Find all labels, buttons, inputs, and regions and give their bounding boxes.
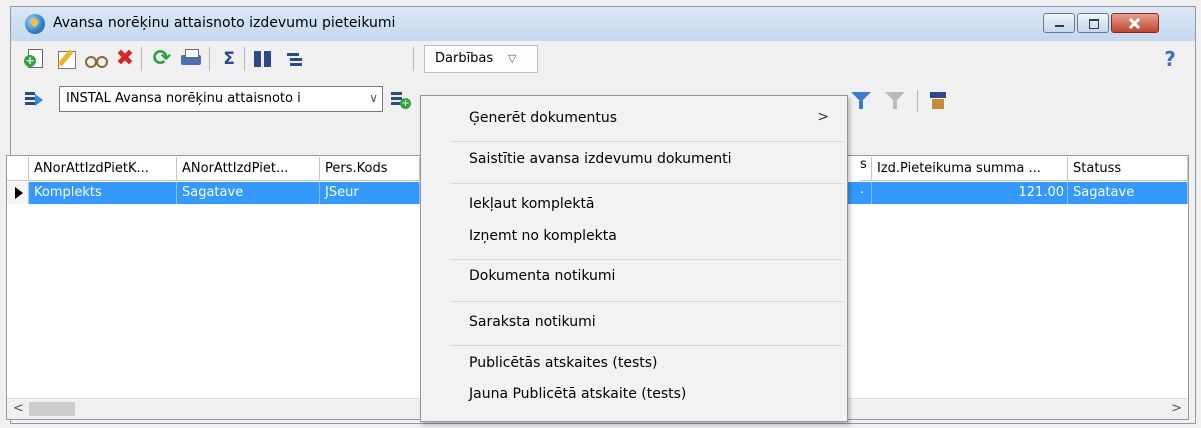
tree-icon[interactable] bbox=[279, 47, 303, 71]
column-header[interactable]: Izd.Pieteikuma summa ... bbox=[872, 157, 1068, 181]
funnel-disabled-icon bbox=[883, 89, 907, 113]
delete-icon[interactable]: ✖ bbox=[113, 47, 137, 71]
toolbar-separator bbox=[413, 47, 414, 71]
menu-item-published-reports[interactable]: Publicētās atskaites (tests) bbox=[421, 351, 847, 377]
minimize-button[interactable] bbox=[1043, 13, 1075, 33]
menu-item-list-events[interactable]: Saraksta notikumi bbox=[421, 310, 847, 336]
filter-select[interactable]: INSTAL Avansa norēķinu attaisnoto i ∨ bbox=[59, 86, 383, 112]
new-document-icon[interactable] bbox=[23, 47, 47, 71]
window-title: Avansa norēķinu attaisnoto izdevumu piet… bbox=[53, 15, 396, 31]
menu-separator bbox=[451, 259, 843, 260]
add-filter-icon[interactable] bbox=[389, 88, 413, 112]
menu-item-label: Izņemt no komplekta bbox=[469, 228, 617, 244]
edit-icon[interactable] bbox=[55, 47, 79, 71]
scroll-left-icon[interactable]: < bbox=[13, 401, 24, 416]
menu-item-remove-from-set[interactable]: Izņemt no komplekta bbox=[421, 224, 847, 250]
title-bar[interactable]: Avansa norēķinu attaisnoto izdevumu piet… bbox=[11, 7, 1195, 41]
menu-separator bbox=[451, 301, 843, 302]
column-header[interactable]: Pers.Kods bbox=[320, 157, 420, 181]
menu-item-label: Saistītie avansa izdevumu dokumenti bbox=[469, 151, 732, 167]
clear-filter-icon[interactable] bbox=[927, 89, 951, 113]
table-cell[interactable]: 121.00 bbox=[872, 182, 1068, 204]
column-header[interactable]: Statuss bbox=[1068, 157, 1188, 181]
main-toolbar: ✖ ⟳ Σ Darbības ▽ ? bbox=[11, 41, 1195, 77]
toolbar-separator bbox=[209, 47, 210, 71]
row-header-corner bbox=[7, 157, 29, 181]
funnel-icon[interactable] bbox=[849, 89, 873, 113]
current-row-icon bbox=[15, 187, 23, 199]
scroll-thumb[interactable] bbox=[29, 402, 75, 416]
menu-item-document-events[interactable]: Dokumenta notikumi bbox=[421, 264, 847, 290]
actions-menu-label: Darbības bbox=[435, 51, 494, 66]
menu-item-label: Dokumenta notikumi bbox=[469, 268, 616, 284]
sum-icon[interactable]: Σ bbox=[217, 47, 241, 71]
table-cell[interactable]: . bbox=[860, 182, 872, 204]
menu-item-linked-documents[interactable]: Saistītie avansa izdevumu dokumenti bbox=[421, 147, 847, 173]
table-cell[interactable]: Komplekts bbox=[29, 182, 177, 204]
table-cell[interactable]: JSeur bbox=[320, 182, 420, 204]
filter-list-icon[interactable] bbox=[23, 88, 47, 112]
columns-icon[interactable] bbox=[251, 47, 275, 71]
menu-item-generate-documents[interactable]: Ģenerēt dokumentus > bbox=[421, 106, 847, 132]
scroll-right-icon[interactable]: > bbox=[1171, 401, 1182, 416]
print-icon[interactable] bbox=[179, 47, 203, 71]
actions-dropdown-menu: Ģenerēt dokumentus > Saistītie avansa iz… bbox=[420, 95, 848, 422]
filter-select-value: INSTAL Avansa norēķinu attaisnoto i bbox=[66, 91, 301, 106]
table-cell[interactable]: Sagatave bbox=[1068, 182, 1188, 204]
menu-item-label: Ģenerēt dokumentus bbox=[469, 110, 618, 126]
help-icon[interactable]: ? bbox=[1158, 47, 1182, 71]
toolbar-separator bbox=[141, 47, 142, 71]
toolbar-separator bbox=[244, 47, 245, 71]
menu-separator bbox=[451, 183, 843, 184]
table-cell[interactable]: Sagatave bbox=[177, 182, 320, 204]
close-button[interactable] bbox=[1111, 13, 1159, 33]
refresh-icon[interactable]: ⟳ bbox=[150, 47, 174, 71]
menu-separator bbox=[451, 345, 843, 346]
menu-item-include-in-set[interactable]: Iekļaut komplektā bbox=[421, 192, 847, 218]
menu-item-new-published-report[interactable]: Jauna Publicētā atskaite (tests) bbox=[421, 382, 847, 408]
menu-item-label: Iekļaut komplektā bbox=[469, 196, 595, 212]
menu-item-label: Saraksta notikumi bbox=[469, 314, 596, 330]
menu-separator bbox=[451, 141, 843, 142]
chevron-down-icon: ▽ bbox=[508, 52, 517, 65]
chevron-right-icon: > bbox=[817, 109, 829, 125]
menu-item-label: Jauna Publicētā atskaite (tests) bbox=[469, 386, 687, 402]
toolbar-separator bbox=[917, 90, 918, 112]
app-logo-icon bbox=[25, 14, 45, 34]
view-icon[interactable] bbox=[83, 47, 108, 71]
chevron-down-icon: ∨ bbox=[369, 91, 378, 105]
row-selector[interactable] bbox=[7, 182, 29, 204]
column-header[interactable]: s bbox=[860, 157, 872, 181]
column-header[interactable]: ANorAttIzdPietK... bbox=[29, 157, 177, 181]
maximize-button[interactable] bbox=[1077, 13, 1109, 33]
column-header[interactable]: ANorAttIzdPiet... bbox=[177, 157, 320, 181]
menu-item-label: Publicētās atskaites (tests) bbox=[469, 355, 658, 371]
actions-menu-button[interactable]: Darbības ▽ bbox=[424, 45, 538, 73]
